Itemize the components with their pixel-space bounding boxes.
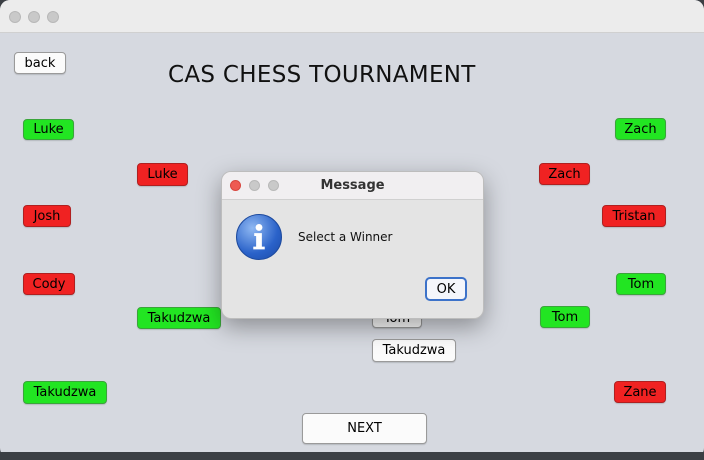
player-right-r1-3[interactable]: Tom [616, 273, 666, 295]
zoom-window-button[interactable] [47, 11, 59, 23]
player-left-r1-2[interactable]: Josh [23, 205, 71, 227]
player-left-r1-1[interactable]: Luke [23, 119, 74, 140]
player-left-r1-4[interactable]: Takudzwa [23, 381, 107, 404]
close-window-button[interactable] [9, 11, 21, 23]
background-editor-strip [0, 452, 704, 460]
finalist-2[interactable]: Takudzwa [372, 339, 456, 362]
page-title: CAS CHESS TOURNAMENT [168, 62, 476, 88]
player-right-r2-2[interactable]: Tom [540, 306, 590, 328]
player-left-r1-3[interactable]: Cody [23, 273, 75, 295]
next-button[interactable]: NEXT [302, 413, 427, 444]
dialog-message: Select a Winner [298, 230, 393, 244]
minimize-window-button[interactable] [28, 11, 40, 23]
player-right-r1-4[interactable]: Zane [614, 381, 666, 403]
player-right-r2-1[interactable]: Zach [539, 163, 590, 185]
window-titlebar [0, 0, 704, 33]
dialog-title: Message [320, 178, 385, 193]
player-right-r1-2[interactable]: Tristan [602, 205, 666, 227]
message-dialog: Message Select a Winner OK [221, 171, 484, 319]
player-left-r2-2[interactable]: Takudzwa [137, 307, 221, 329]
player-right-r1-1[interactable]: Zach [615, 118, 666, 140]
ok-button[interactable]: OK [425, 277, 467, 301]
player-left-r2-1[interactable]: Luke [137, 163, 188, 186]
app-window: back CAS CHESS TOURNAMENT Luke Josh Cody… [0, 0, 704, 458]
info-icon [236, 214, 282, 260]
back-button[interactable]: back [14, 52, 66, 74]
dialog-titlebar: Message [222, 172, 483, 200]
